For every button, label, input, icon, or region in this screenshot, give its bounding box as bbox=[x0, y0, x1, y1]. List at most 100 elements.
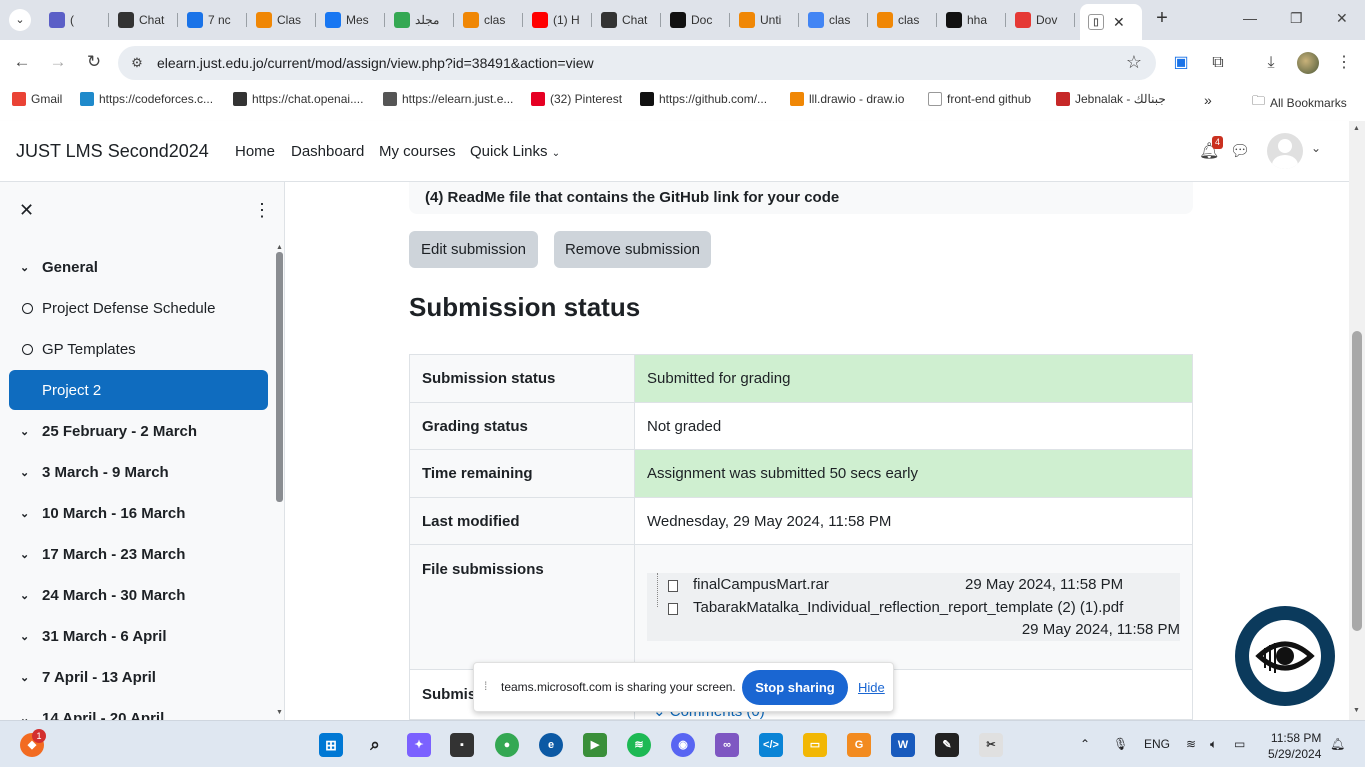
drawer-options-icon[interactable]: ⋮ bbox=[253, 200, 271, 221]
more-bookmarks-icon[interactable]: » bbox=[1204, 92, 1212, 108]
chevron-down-icon[interactable]: ⌄ bbox=[9, 589, 35, 602]
browser-tab[interactable]: clas bbox=[455, 6, 523, 34]
browser-tab[interactable]: ( bbox=[41, 6, 109, 34]
site-info-icon[interactable]: ⚙ bbox=[128, 54, 146, 72]
search-icon[interactable]: ⌕ bbox=[363, 733, 387, 757]
nav-my-courses[interactable]: My courses bbox=[379, 143, 456, 160]
drag-handle-icon[interactable]: ⁞ bbox=[484, 679, 487, 693]
browser-tab[interactable]: clas bbox=[869, 6, 937, 34]
microphone-icon[interactable]: 🎙︎ bbox=[1113, 737, 1128, 751]
course-activity[interactable]: Project 2 bbox=[9, 370, 268, 410]
chevron-down-icon[interactable]: ⌄ bbox=[9, 548, 35, 561]
browser-tab[interactable]: hha bbox=[938, 6, 1006, 34]
page-scrollbar-thumb[interactable] bbox=[1352, 331, 1362, 631]
stop-sharing-button[interactable]: Stop sharing bbox=[742, 670, 848, 705]
edge-icon[interactable]: e bbox=[539, 733, 563, 757]
profile-avatar[interactable] bbox=[1297, 52, 1319, 74]
close-drawer-icon[interactable]: ✕ bbox=[19, 200, 34, 221]
extensions-icon[interactable]: ⧉ bbox=[1207, 52, 1229, 74]
file-link[interactable]: TabarakMatalka_Individual_reflection_rep… bbox=[693, 599, 1123, 616]
course-section[interactable]: ⌄ 31 March - 6 April bbox=[9, 616, 268, 656]
chevron-down-icon[interactable]: ⌄ bbox=[9, 425, 35, 438]
new-tab-icon[interactable]: + bbox=[1152, 8, 1172, 29]
notifications-icon[interactable]: 🔔︎ bbox=[1330, 737, 1345, 751]
course-section[interactable]: ⌄ 24 March - 30 March bbox=[9, 575, 268, 615]
media-player-icon[interactable]: ▶ bbox=[583, 733, 607, 757]
forward-icon[interactable]: → bbox=[46, 50, 70, 74]
copilot-icon[interactable]: ✦ bbox=[407, 733, 431, 757]
browser-tab[interactable]: Chat bbox=[110, 6, 178, 34]
course-section[interactable]: ⌄ 10 March - 16 March bbox=[9, 493, 268, 533]
wifi-icon[interactable]: ≋ bbox=[1186, 737, 1196, 751]
language-indicator[interactable]: ENG bbox=[1144, 737, 1170, 751]
course-section[interactable]: ⌄ 3 March - 9 March bbox=[9, 452, 268, 492]
chevron-down-icon[interactable]: ⌄ bbox=[9, 712, 35, 721]
pdf-app-icon[interactable]: G bbox=[847, 733, 871, 757]
browser-tab[interactable]: Mes bbox=[317, 6, 385, 34]
scroll-up-icon[interactable]: ▲ bbox=[1353, 125, 1360, 132]
chevron-down-icon[interactable]: ⌄ bbox=[9, 671, 35, 684]
discord-icon[interactable]: ◉ bbox=[671, 733, 695, 757]
bookmark-item[interactable]: (32) Pinterest bbox=[531, 92, 622, 106]
bookmark-item[interactable]: lll.drawio - draw.io bbox=[790, 92, 904, 106]
restore-icon[interactable]: ❐ bbox=[1290, 10, 1303, 27]
chrome-menu-icon[interactable]: ⋮ bbox=[1333, 52, 1355, 74]
user-menu-chevron-icon[interactable]: ⌄ bbox=[1311, 141, 1321, 155]
course-section[interactable]: ⌄ General bbox=[9, 247, 268, 287]
browser-tab[interactable]: Dov bbox=[1007, 6, 1075, 34]
system-clock[interactable]: 11:58 PM 5/29/2024 bbox=[1268, 730, 1321, 762]
bookmark-item[interactable]: Gmail bbox=[12, 92, 62, 106]
bookmark-item[interactable]: https://github.com/... bbox=[640, 92, 767, 106]
drawer-scrollbar-thumb[interactable] bbox=[276, 252, 283, 502]
avatar[interactable] bbox=[1267, 133, 1303, 169]
course-section[interactable]: ⌄ 7 April - 13 April bbox=[9, 657, 268, 697]
browser-tab[interactable]: 7 nc bbox=[179, 6, 247, 34]
browser-tab[interactable]: Unti bbox=[731, 6, 799, 34]
course-activity[interactable]: Project Defense Schedule bbox=[9, 288, 268, 328]
vscode-icon[interactable]: </> bbox=[759, 733, 783, 757]
browser-tab[interactable]: مجلد bbox=[386, 6, 454, 34]
all-bookmarks-folder[interactable]: 🗀 All Bookmarks bbox=[1252, 92, 1347, 114]
bookmark-item[interactable]: front-end github bbox=[928, 92, 1031, 106]
screen-capture-icon[interactable]: ▣ bbox=[1170, 52, 1192, 74]
address-bar[interactable]: ⚙ elearn.just.edu.jo/current/mod/assign/… bbox=[118, 46, 1156, 80]
course-section[interactable]: ⌄ 25 February - 2 March bbox=[9, 411, 268, 451]
download-icon[interactable]: ⤓ bbox=[1260, 52, 1282, 74]
file-link[interactable]: finalCampusMart.rar bbox=[693, 576, 829, 593]
chevron-down-icon[interactable]: ⌄ bbox=[9, 466, 35, 479]
drawer-scroll-up-icon[interactable]: ▲ bbox=[276, 244, 283, 251]
browser-tab[interactable]: (1) H bbox=[524, 6, 592, 34]
active-tab[interactable]: ▯ ✕ bbox=[1080, 4, 1142, 40]
spotify-icon[interactable]: ≋ bbox=[627, 733, 651, 757]
bookmark-item[interactable]: Jebnalak - جبنالك bbox=[1056, 92, 1166, 106]
edit-submission-button[interactable]: Edit submission bbox=[409, 231, 538, 268]
accessibility-widget[interactable] bbox=[1235, 606, 1335, 706]
tab-close-icon[interactable]: ✕ bbox=[1113, 14, 1125, 31]
file-explorer-icon[interactable]: ▭ bbox=[803, 733, 827, 757]
browser-tab[interactable]: Clas bbox=[248, 6, 316, 34]
back-icon[interactable]: ← bbox=[10, 50, 34, 74]
window-close-icon[interactable]: ✕ bbox=[1336, 10, 1348, 27]
hide-link[interactable]: Hide bbox=[858, 680, 885, 695]
windows-start-icon[interactable]: ⊞ bbox=[319, 733, 343, 757]
bookmark-star-icon[interactable]: ☆ bbox=[1126, 52, 1142, 73]
reload-icon[interactable]: ↻ bbox=[82, 50, 106, 74]
bookmark-item[interactable]: https://codeforces.c... bbox=[80, 92, 213, 106]
task-view-icon[interactable]: ▪ bbox=[450, 733, 474, 757]
bookmark-item[interactable]: https://chat.openai.... bbox=[233, 92, 363, 106]
chat-icon[interactable]: 💬︎ bbox=[1230, 141, 1250, 161]
visual-studio-icon[interactable]: ∞ bbox=[715, 733, 739, 757]
tray-overflow-icon[interactable]: ⌃ bbox=[1080, 737, 1090, 751]
tab-search-icon[interactable]: ⌄ bbox=[9, 9, 31, 31]
word-icon[interactable]: W bbox=[891, 733, 915, 757]
sticky-notes-icon[interactable]: ✎ bbox=[935, 733, 959, 757]
course-section[interactable]: ⌄ 14 April - 20 April bbox=[9, 698, 268, 721]
course-activity[interactable]: GP Templates bbox=[9, 329, 268, 369]
chevron-down-icon[interactable]: ⌄ bbox=[9, 630, 35, 643]
minimize-icon[interactable]: — bbox=[1243, 10, 1257, 26]
volume-icon[interactable]: 🔈︎ bbox=[1210, 737, 1217, 752]
scroll-down-icon[interactable]: ▼ bbox=[1353, 707, 1360, 714]
bookmark-item[interactable]: https://elearn.just.e... bbox=[383, 92, 513, 106]
nav-quick-links[interactable]: Quick Links ⌄ bbox=[470, 143, 560, 160]
site-name[interactable]: JUST LMS Second2024 bbox=[16, 141, 209, 162]
